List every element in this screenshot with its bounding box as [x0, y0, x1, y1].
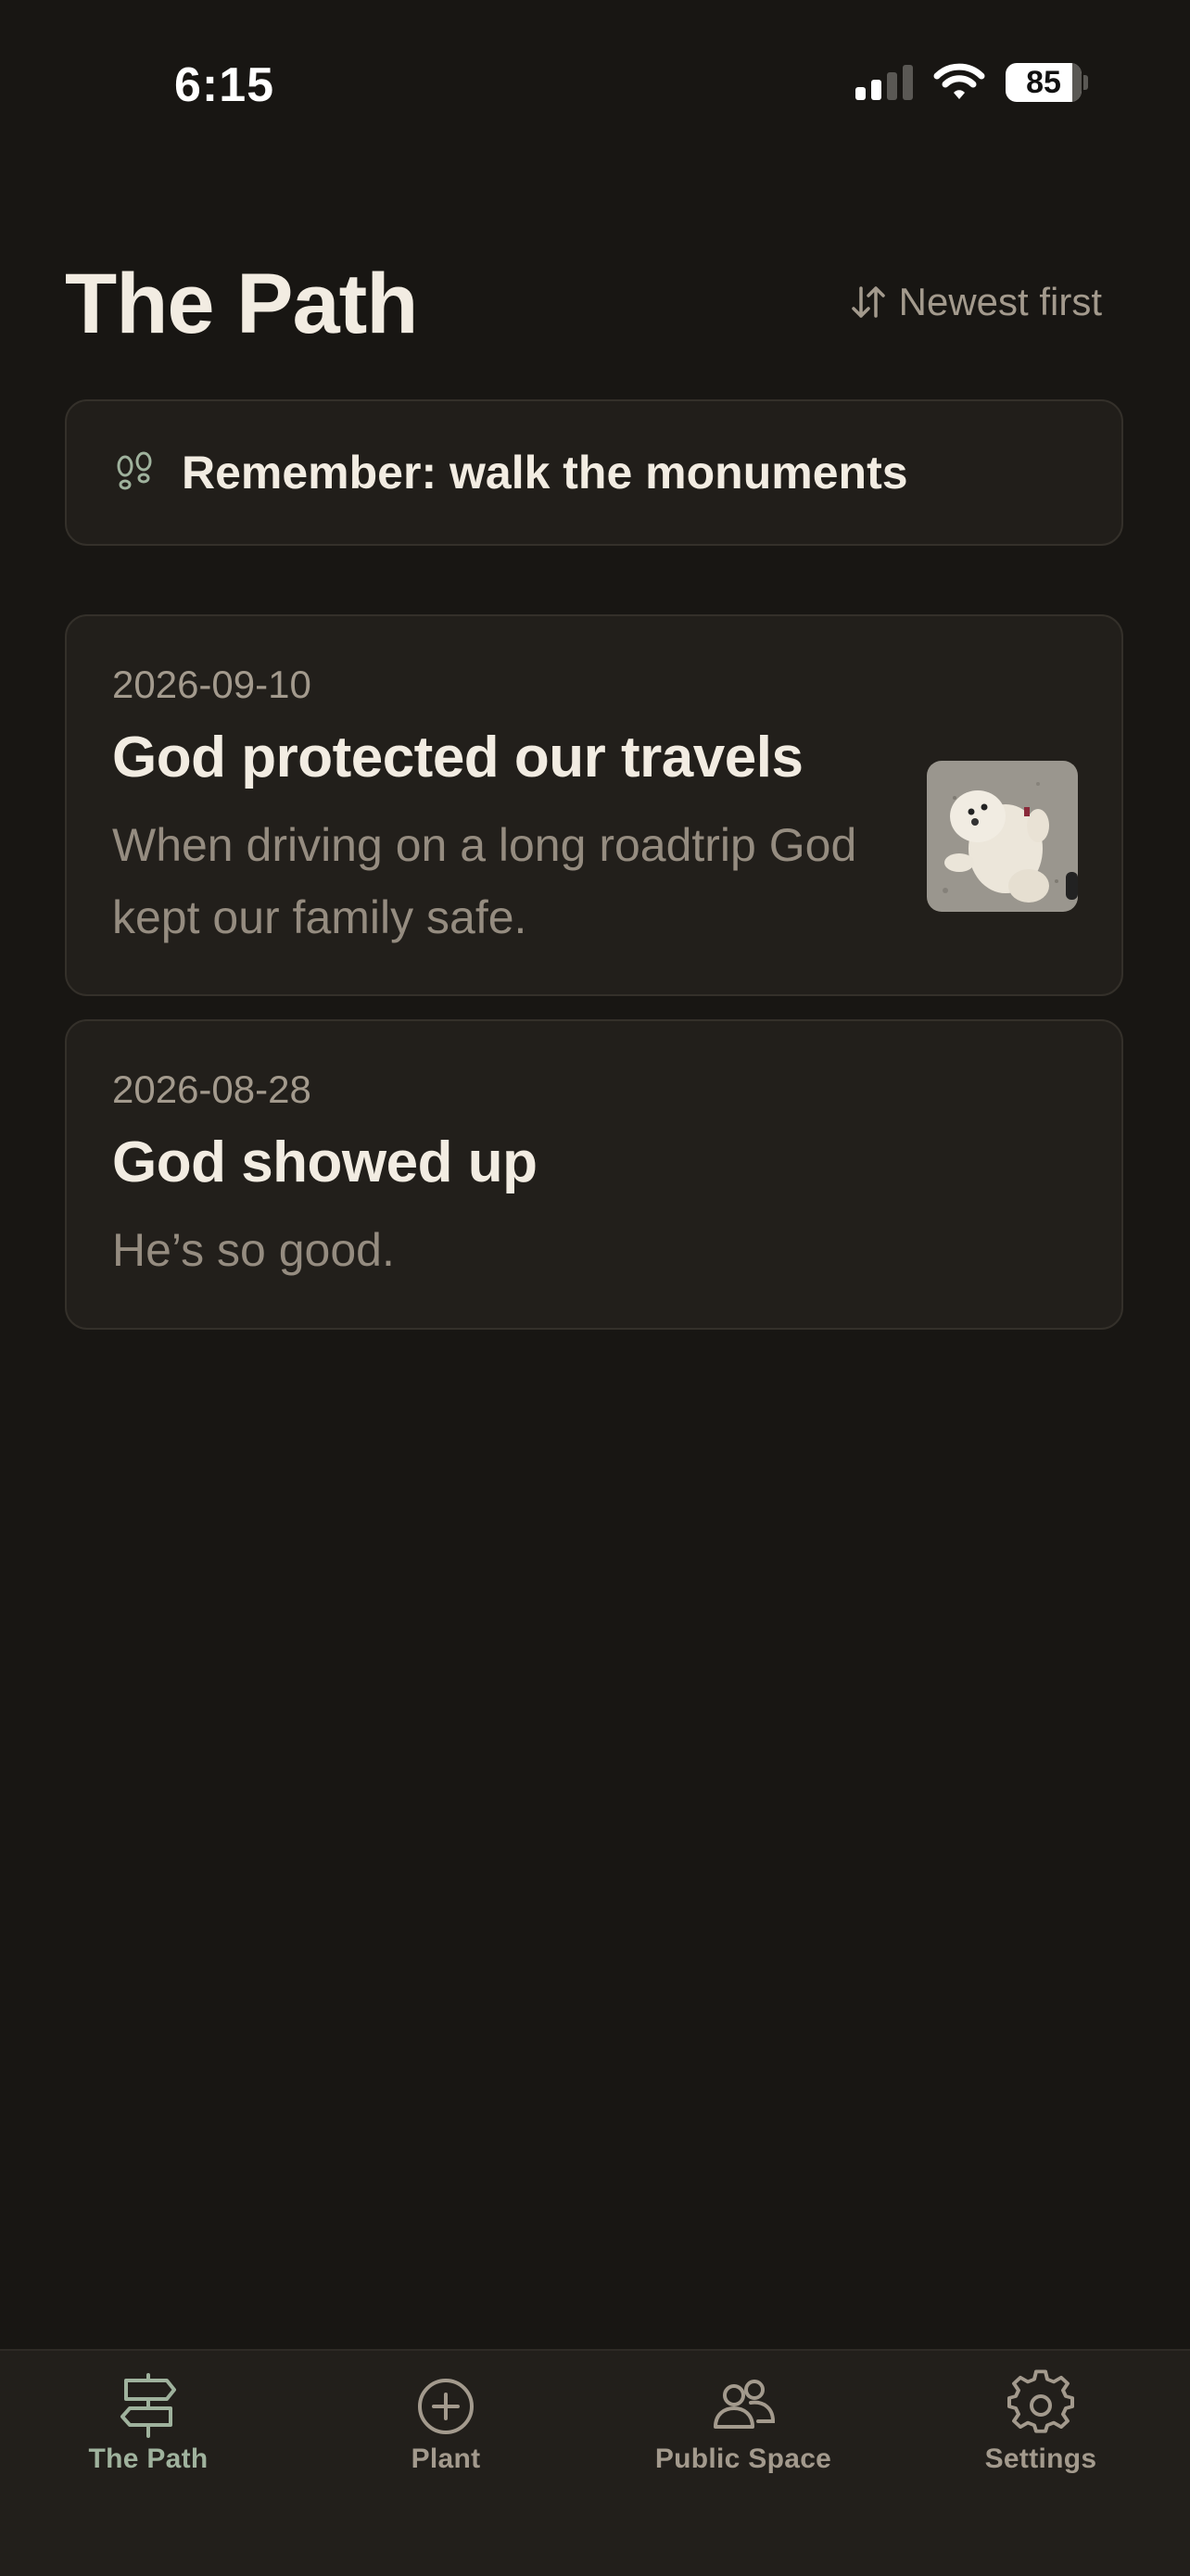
- entry-title: God protected our travels: [112, 726, 804, 789]
- status-time: 6:15: [174, 58, 275, 112]
- tab-label: Plant: [411, 2443, 481, 2474]
- tab-label: Settings: [984, 2443, 1097, 2474]
- wifi-icon: [933, 63, 985, 99]
- tab-label: Public Space: [654, 2443, 832, 2474]
- people-icon: [714, 2380, 776, 2429]
- gear-icon: [1007, 2369, 1074, 2433]
- signpost-icon: [120, 2373, 176, 2438]
- sort-button[interactable]: Newest first: [849, 280, 1102, 324]
- status-bar: 6:15 85: [0, 0, 1190, 176]
- cellular-signal-icon: [855, 65, 913, 100]
- reminder-text: Remember: walk the monuments: [182, 447, 908, 499]
- entry-body: When driving on a long roadtrip God kept…: [112, 819, 857, 943]
- entry-body: He’s so good.: [112, 1224, 395, 1276]
- tab-the-path[interactable]: The Path: [0, 2369, 297, 2475]
- reminder-banner[interactable]: Remember: walk the monuments: [65, 399, 1123, 546]
- tab-bar: The Path Plant Public Space Settings: [0, 2349, 1190, 2576]
- sort-label: Newest first: [898, 280, 1102, 323]
- battery-level: 85: [1026, 65, 1061, 100]
- footprints-icon: [117, 451, 152, 490]
- entry-date: 2026-09-10: [112, 663, 311, 706]
- status-icons: 85: [855, 63, 1088, 102]
- page-title: The Path: [65, 257, 418, 351]
- plus-circle-icon: [418, 2379, 474, 2434]
- tab-public-space[interactable]: Public Space: [595, 2369, 892, 2475]
- entry-photo-thumbnail[interactable]: [927, 761, 1078, 912]
- sort-arrows-icon: [851, 286, 885, 318]
- entry-title: God showed up: [112, 1130, 538, 1194]
- tab-label: The Path: [88, 2443, 209, 2474]
- entry-card[interactable]: 2026-08-28 God showed up He’s so good.: [65, 1019, 1123, 1330]
- tab-plant[interactable]: Plant: [298, 2369, 594, 2475]
- battery-icon: 85: [1006, 63, 1088, 102]
- entry-date: 2026-08-28: [112, 1067, 311, 1111]
- entry-card[interactable]: 2026-09-10 God protected our travels Whe…: [65, 614, 1123, 996]
- tab-settings[interactable]: Settings: [892, 2369, 1189, 2475]
